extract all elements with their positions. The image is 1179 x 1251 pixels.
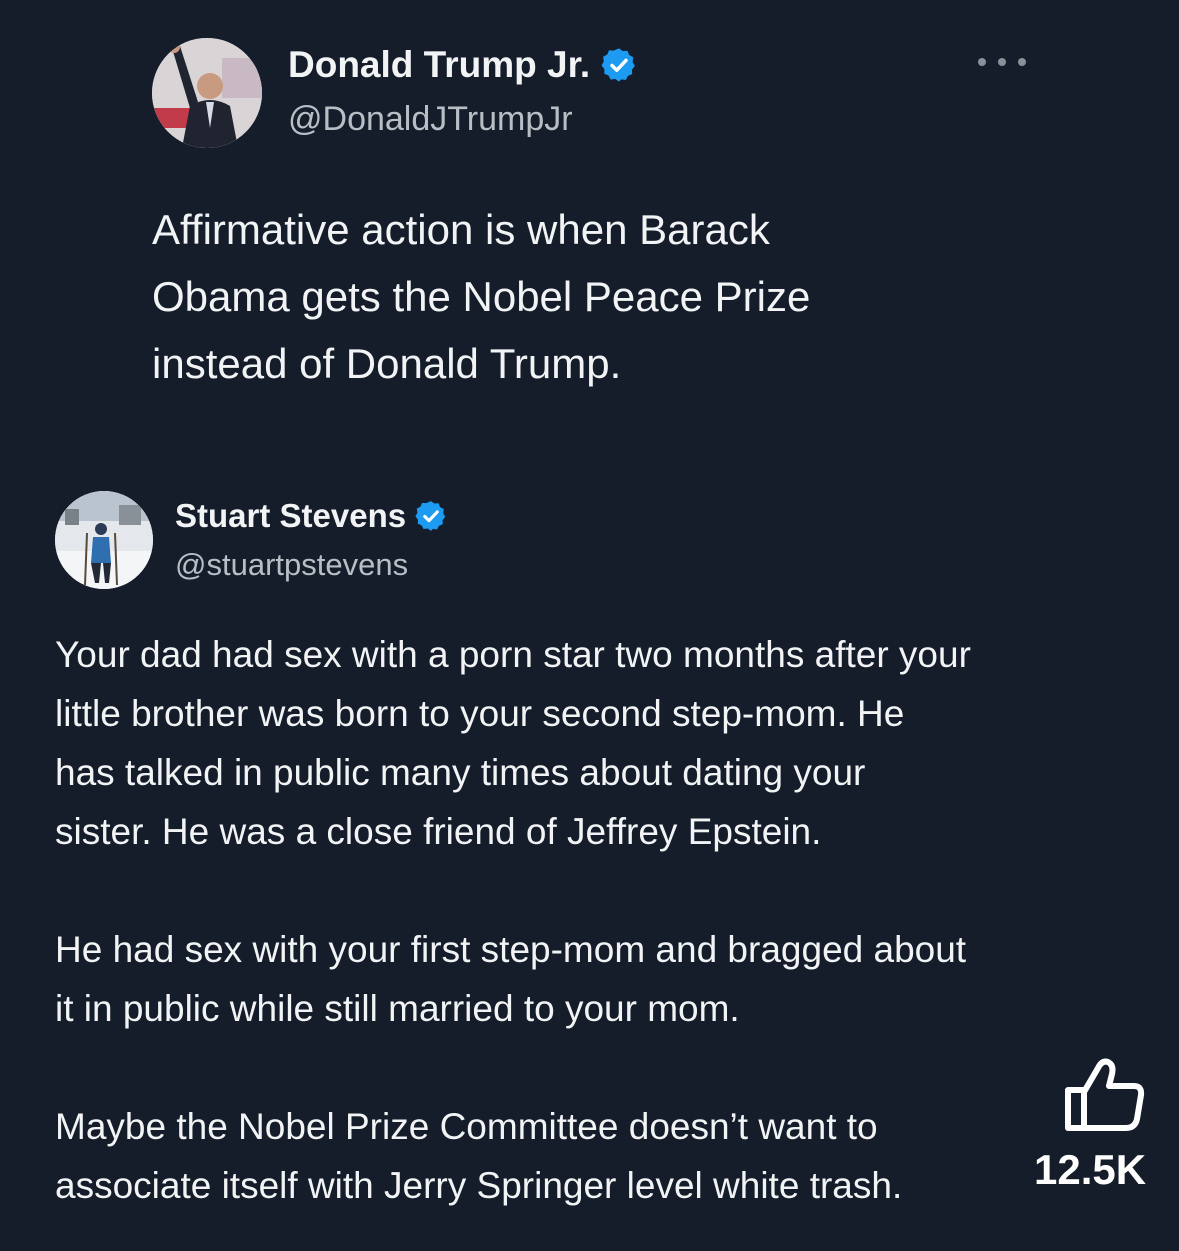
screenshot-page: Donald Trump Jr. @DonaldJTrumpJr Affirma… — [0, 0, 1179, 1251]
verified-badge-icon — [415, 501, 446, 531]
more-options-icon[interactable] — [978, 52, 1026, 72]
reply-author-handle[interactable]: @stuartpstevens — [175, 547, 408, 583]
thumbs-up-icon[interactable] — [1062, 1056, 1146, 1132]
reply-author-name[interactable]: Stuart Stevens — [175, 497, 448, 535]
reply-paragraph: He had sex with your first step-mom and … — [55, 929, 967, 1029]
avatar-stuart-stevens[interactable] — [55, 491, 153, 589]
post-author-name[interactable]: Donald Trump Jr. — [288, 44, 638, 86]
verified-badge-icon — [601, 48, 636, 82]
post-text: Affirmative action is when Barack Obama … — [152, 206, 811, 387]
more-dot — [1018, 58, 1026, 66]
post-author-handle[interactable]: @DonaldJTrumpJr — [288, 100, 573, 139]
reply-author-name-text: Stuart Stevens — [175, 497, 407, 534]
more-dot — [998, 58, 1006, 66]
avatar-donald-trump-jr[interactable] — [152, 38, 262, 148]
more-dot — [978, 58, 986, 66]
post-author-name-text: Donald Trump Jr. — [288, 44, 591, 85]
reply-text: Your dad had sex with a porn star two mo… — [55, 625, 1145, 1215]
like-count: 12.5K — [1034, 1146, 1147, 1193]
reply-paragraph: Your dad had sex with a porn star two mo… — [55, 634, 971, 852]
reply-paragraph: Maybe the Nobel Prize Committee doesn’t … — [55, 1106, 903, 1206]
